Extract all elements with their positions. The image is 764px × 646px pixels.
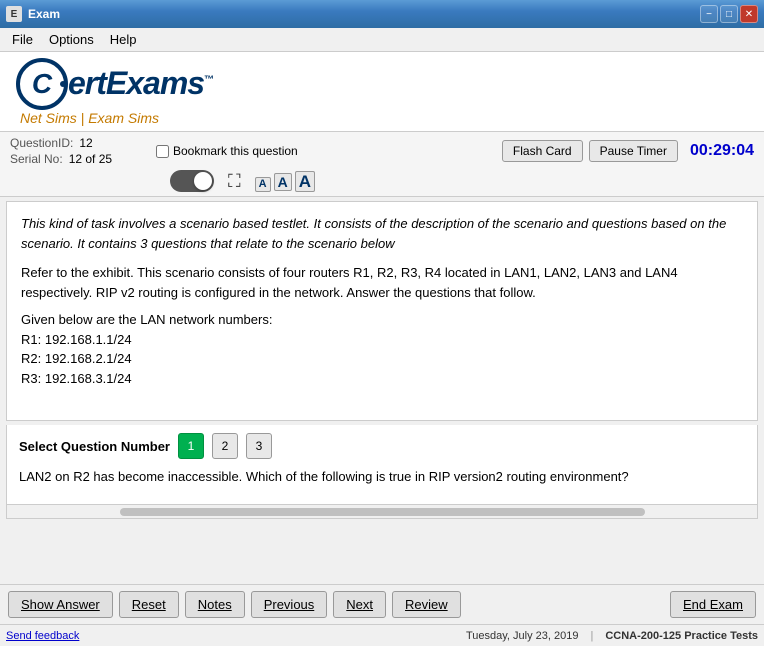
- toolbar-combined: QuestionID: 12 Serial No: 12 of 25 Bookm…: [0, 132, 764, 197]
- status-date: Tuesday, July 23, 2019: [466, 630, 579, 642]
- question-number-1[interactable]: 1: [178, 433, 204, 459]
- question-body: LAN2 on R2 has become inaccessible. Whic…: [19, 467, 745, 487]
- menu-help[interactable]: Help: [102, 30, 145, 49]
- close-button[interactable]: ✕: [740, 5, 758, 23]
- r2-info: R2: 192.168.2.1/24: [21, 349, 743, 369]
- font-medium-button[interactable]: A: [274, 173, 292, 191]
- bottom-bar: Show Answer Reset Notes Previous Next Re…: [0, 584, 764, 624]
- r3-info: R3: 192.168.3.1/24: [21, 369, 743, 389]
- maximize-button[interactable]: □: [720, 5, 738, 23]
- timer-display: 00:29:04: [690, 142, 754, 160]
- toolbar-row2: ⛶ A A A: [170, 170, 754, 192]
- bookmark-checkbox[interactable]: [156, 145, 169, 158]
- end-exam-button[interactable]: End Exam: [670, 591, 756, 618]
- next-button[interactable]: Next: [333, 591, 386, 618]
- serial-no-value: 12 of 25: [69, 152, 112, 166]
- network-info: Given below are the LAN network numbers:…: [21, 310, 743, 388]
- status-bar: Send feedback Tuesday, July 23, 2019 | C…: [0, 624, 764, 646]
- reset-button[interactable]: Reset: [119, 591, 179, 618]
- select-question-label: Select Question Number: [19, 439, 170, 454]
- logo-brand-name: ertExams™: [68, 65, 213, 102]
- logo-circle: C: [16, 58, 68, 110]
- bookmark-area: Bookmark this question: [156, 144, 298, 158]
- window-title: Exam: [28, 7, 694, 21]
- bookmark-label: Bookmark this question: [173, 144, 298, 158]
- review-button[interactable]: Review: [392, 591, 461, 618]
- logo-subtitle: Net Sims | Exam Sims: [20, 110, 213, 126]
- pause-timer-button[interactable]: Pause Timer: [589, 140, 678, 162]
- fullscreen-icon[interactable]: ⛶: [228, 171, 241, 192]
- question-id-row: QuestionID: 12: [10, 136, 140, 150]
- menu-options[interactable]: Options: [41, 30, 102, 49]
- notes-button[interactable]: Notes: [185, 591, 245, 618]
- question-id-label: QuestionID:: [10, 136, 73, 150]
- serial-no-row: Serial No: 12 of 25: [10, 152, 140, 166]
- font-large-button[interactable]: A: [295, 171, 315, 192]
- menu-bar: File Options Help: [0, 28, 764, 52]
- toggle-switch[interactable]: [170, 170, 214, 192]
- logo-area: C ertExams™ Net Sims | Exam Sims: [0, 52, 764, 132]
- logo-container: C ertExams™ Net Sims | Exam Sims: [16, 58, 213, 126]
- app-icon: E: [6, 6, 22, 22]
- scenario-text: This kind of task involves a scenario ba…: [21, 214, 743, 253]
- title-bar: E Exam − □ ✕: [0, 0, 764, 28]
- network-info-header: Given below are the LAN network numbers:: [21, 310, 743, 330]
- h-scrollbar[interactable]: [120, 508, 645, 516]
- toolbar-row1: QuestionID: 12 Serial No: 12 of 25 Bookm…: [10, 136, 754, 166]
- r1-info: R1: 192.168.1.1/24: [21, 330, 743, 350]
- select-question-header: Select Question Number 1 2 3: [19, 433, 745, 459]
- h-scroll-area[interactable]: [6, 505, 758, 519]
- flash-card-button[interactable]: Flash Card: [502, 140, 583, 162]
- serial-no-label: Serial No:: [10, 152, 63, 166]
- show-answer-button[interactable]: Show Answer: [8, 591, 113, 618]
- exam-name: CCNA-200-125 Practice Tests: [605, 630, 758, 642]
- font-small-button[interactable]: A: [255, 177, 271, 192]
- menu-file[interactable]: File: [4, 30, 41, 49]
- question-text-1: Refer to the exhibit. This scenario cons…: [21, 263, 743, 302]
- question-number-3[interactable]: 3: [246, 433, 272, 459]
- question-id-value: 12: [79, 136, 92, 150]
- font-size-controls: A A A: [255, 171, 315, 192]
- toggle-knob: [194, 172, 212, 190]
- logo-top: C ertExams™: [16, 58, 213, 110]
- previous-button[interactable]: Previous: [251, 591, 328, 618]
- question-number-2[interactable]: 2: [212, 433, 238, 459]
- minimize-button[interactable]: −: [700, 5, 718, 23]
- send-feedback-link[interactable]: Send feedback: [6, 630, 79, 642]
- window-controls: − □ ✕: [700, 5, 758, 23]
- content-area: This kind of task involves a scenario ba…: [6, 201, 758, 421]
- question-info: QuestionID: 12 Serial No: 12 of 25: [10, 136, 140, 166]
- select-question-area: Select Question Number 1 2 3 LAN2 on R2 …: [6, 425, 758, 505]
